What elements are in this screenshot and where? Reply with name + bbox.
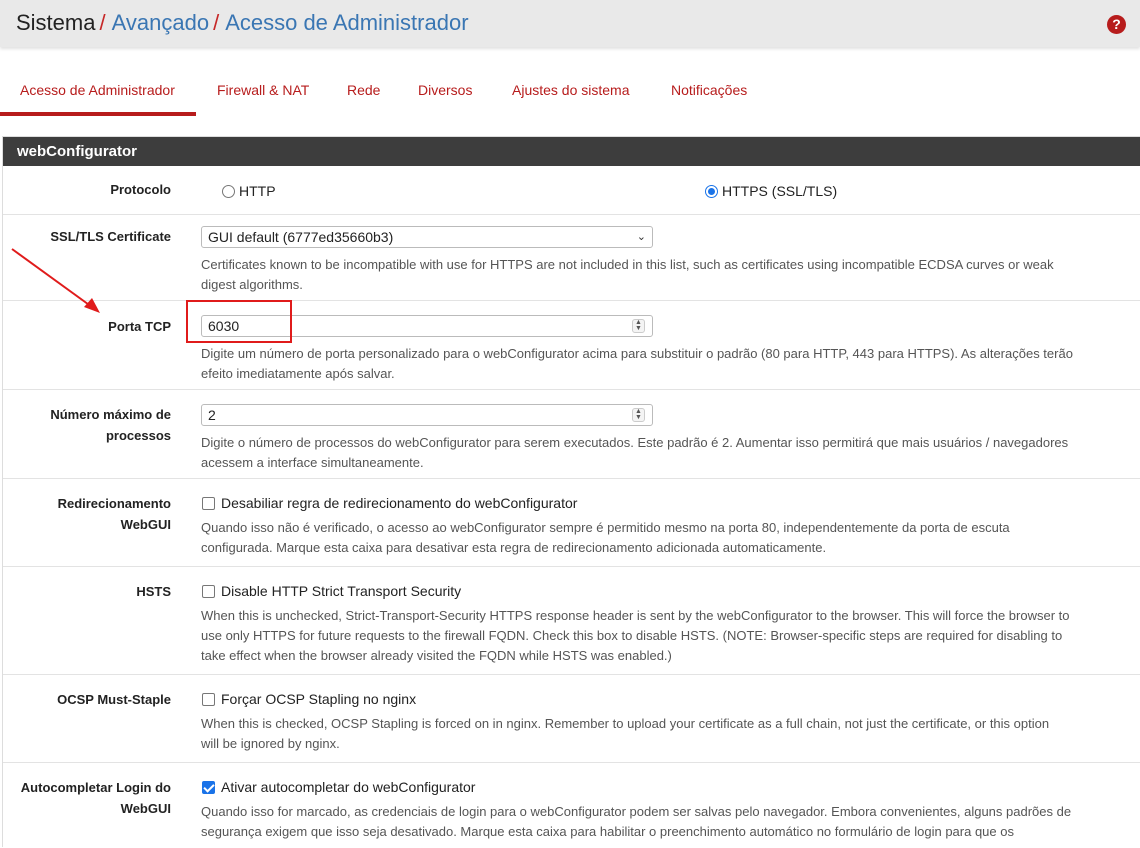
arrow-head — [84, 298, 100, 313]
arrow-line — [11, 248, 93, 308]
annotation-arrow-icon — [11, 248, 100, 313]
